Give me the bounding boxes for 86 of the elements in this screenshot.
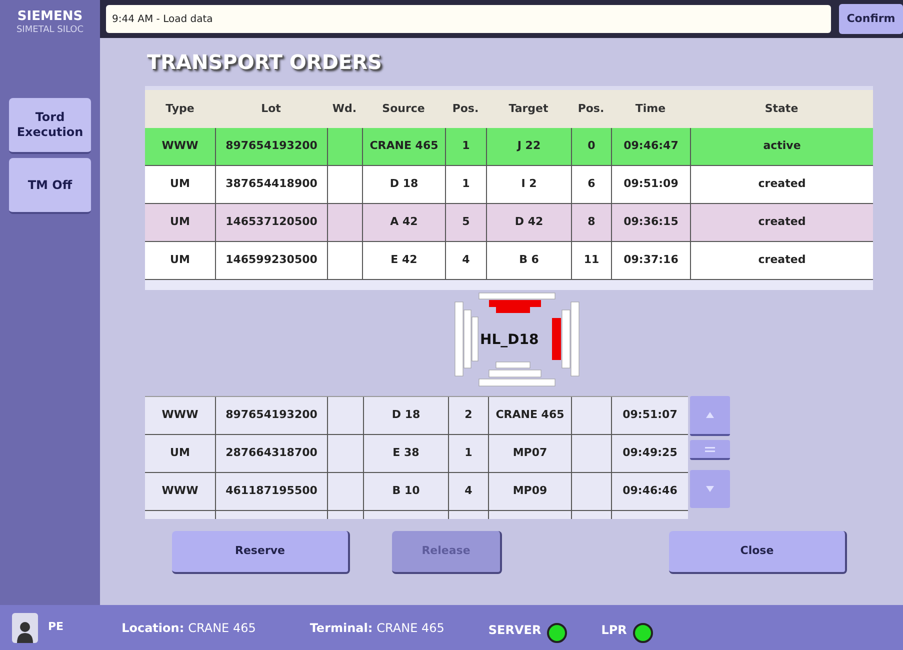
terminal-label: Terminal: xyxy=(310,620,373,636)
table-cell-text: 1 xyxy=(462,176,470,192)
order-row[interactable]: WWW 897654193200 CRANE 465 1 J 22 0 09:46:47 active xyxy=(145,128,873,166)
table-cell-text: B 10 xyxy=(392,483,420,500)
table-cell-text: 4 xyxy=(464,483,472,500)
table-cell-text: 09:51:07 xyxy=(622,407,678,424)
table-cell-text: 1 xyxy=(464,445,472,462)
table-cell-text: WWW xyxy=(162,138,198,154)
table-cell-text: B 6 xyxy=(519,252,539,268)
scroll-up-button[interactable] xyxy=(690,396,730,436)
triangle-down-icon xyxy=(706,486,714,492)
table-cell-text: WWW xyxy=(162,407,198,424)
table-cell-text: WWW xyxy=(162,483,198,500)
table-cell-text: created xyxy=(758,176,806,192)
table-cell-text: UM xyxy=(170,176,190,192)
lines-icon xyxy=(705,446,715,452)
table-cell-text: 11 xyxy=(584,252,600,268)
table-cell-text: 09:37:16 xyxy=(624,252,678,268)
table-cell-text: 897654193200 xyxy=(226,138,318,154)
table-cell-text: UM xyxy=(170,445,190,462)
user-avatar-icon xyxy=(12,612,38,642)
table-cell-text: created xyxy=(758,252,806,268)
table-cell-text: A 42 xyxy=(390,214,418,230)
terminal-value: CRANE 465 xyxy=(376,620,444,636)
table-cell-text: J 22 xyxy=(517,138,541,154)
table-cell-text: D 18 xyxy=(390,176,418,192)
table-cell-text: 897654193200 xyxy=(226,407,318,424)
table-cell-text: 09:46:46 xyxy=(622,483,678,500)
action-button[interactable]: Close xyxy=(669,531,847,574)
column-header: Source xyxy=(381,100,426,117)
table-cell-text: 09:46:47 xyxy=(624,138,678,154)
table-cell-text: CRANE 465 xyxy=(370,138,438,154)
table-cell-text: 09:49:25 xyxy=(622,445,678,462)
order-row[interactable]: UM 387654418900 D 18 1 I 2 6 09:51:09 created xyxy=(145,166,873,204)
user-name: PE xyxy=(48,619,64,636)
action-button[interactable]: Reserve xyxy=(172,531,350,574)
location-label: Location: xyxy=(122,620,184,636)
table-cell-text: MP07 xyxy=(512,445,548,462)
product-name: SIMETAL SILOC xyxy=(16,25,84,36)
triangle-up-icon xyxy=(706,412,714,418)
page-title: TRANSPORT ORDERS xyxy=(147,52,383,72)
table-cell-text: active xyxy=(763,138,801,154)
crane-label: HL_D18 xyxy=(480,331,539,350)
table-cell-text: E 38 xyxy=(392,445,420,462)
order-row[interactable]: UM 146599230500 E 42 4 B 6 11 09:37:16 created xyxy=(145,242,873,280)
brand-name: SIEMENS xyxy=(17,10,83,23)
sidebar-button[interactable]: TM Off xyxy=(9,158,91,214)
table-cell-text: 6 xyxy=(588,176,596,192)
column-header: Pos. xyxy=(451,100,480,117)
table-cell-text: 287664318700 xyxy=(226,445,318,462)
table-cell-text: E 42 xyxy=(390,252,418,268)
location-value: CRANE 465 xyxy=(188,620,256,636)
table-cell-text: CRANE 465 xyxy=(496,407,564,424)
table-cell-text: 2 xyxy=(464,407,472,424)
sidebar-button[interactable]: Tord Execution xyxy=(9,98,91,154)
table-cell-text: created xyxy=(758,214,806,230)
table-cell-text: I 2 xyxy=(521,176,537,192)
message-field[interactable]: 9:44 AM - Load data xyxy=(106,5,831,33)
table-cell-text: 1 xyxy=(462,138,470,154)
column-header: Target xyxy=(508,100,550,117)
column-header: State xyxy=(764,100,800,117)
table-cell-text: 461187195500 xyxy=(226,483,318,500)
column-header: Wd. xyxy=(331,100,358,117)
table-cell-text: D 18 xyxy=(392,407,420,424)
table-cell-text: MP09 xyxy=(512,483,548,500)
indicator-label: SERVER xyxy=(488,622,542,638)
table-cell-text: 09:36:15 xyxy=(624,214,678,230)
table-cell-text: 4 xyxy=(462,252,470,268)
table-cell-text: 387654418900 xyxy=(226,176,318,192)
scroll-middle-button[interactable] xyxy=(690,440,730,460)
indicator-label: LPR xyxy=(601,622,627,638)
table-cell-text: 146599230500 xyxy=(226,252,318,268)
column-header: Pos. xyxy=(576,100,606,117)
confirm-button[interactable]: Confirm xyxy=(839,4,903,34)
column-header: Time xyxy=(634,100,667,117)
table-cell-text: D 42 xyxy=(514,214,544,230)
table-cell-text: 09:51:09 xyxy=(624,176,678,192)
table-cell-text: UM xyxy=(170,214,190,230)
table-cell-text: UM xyxy=(170,252,190,268)
table-cell-text: 8 xyxy=(588,214,596,230)
table-cell-text: 146537120500 xyxy=(226,214,318,230)
order-row[interactable]: UM 146537120500 A 42 5 D 42 8 09:36:15 created xyxy=(145,204,873,242)
table-cell-text: 5 xyxy=(462,214,470,230)
column-header: Lot xyxy=(260,100,282,117)
column-header: Type xyxy=(164,100,196,117)
table-cell-text: 0 xyxy=(588,138,596,154)
